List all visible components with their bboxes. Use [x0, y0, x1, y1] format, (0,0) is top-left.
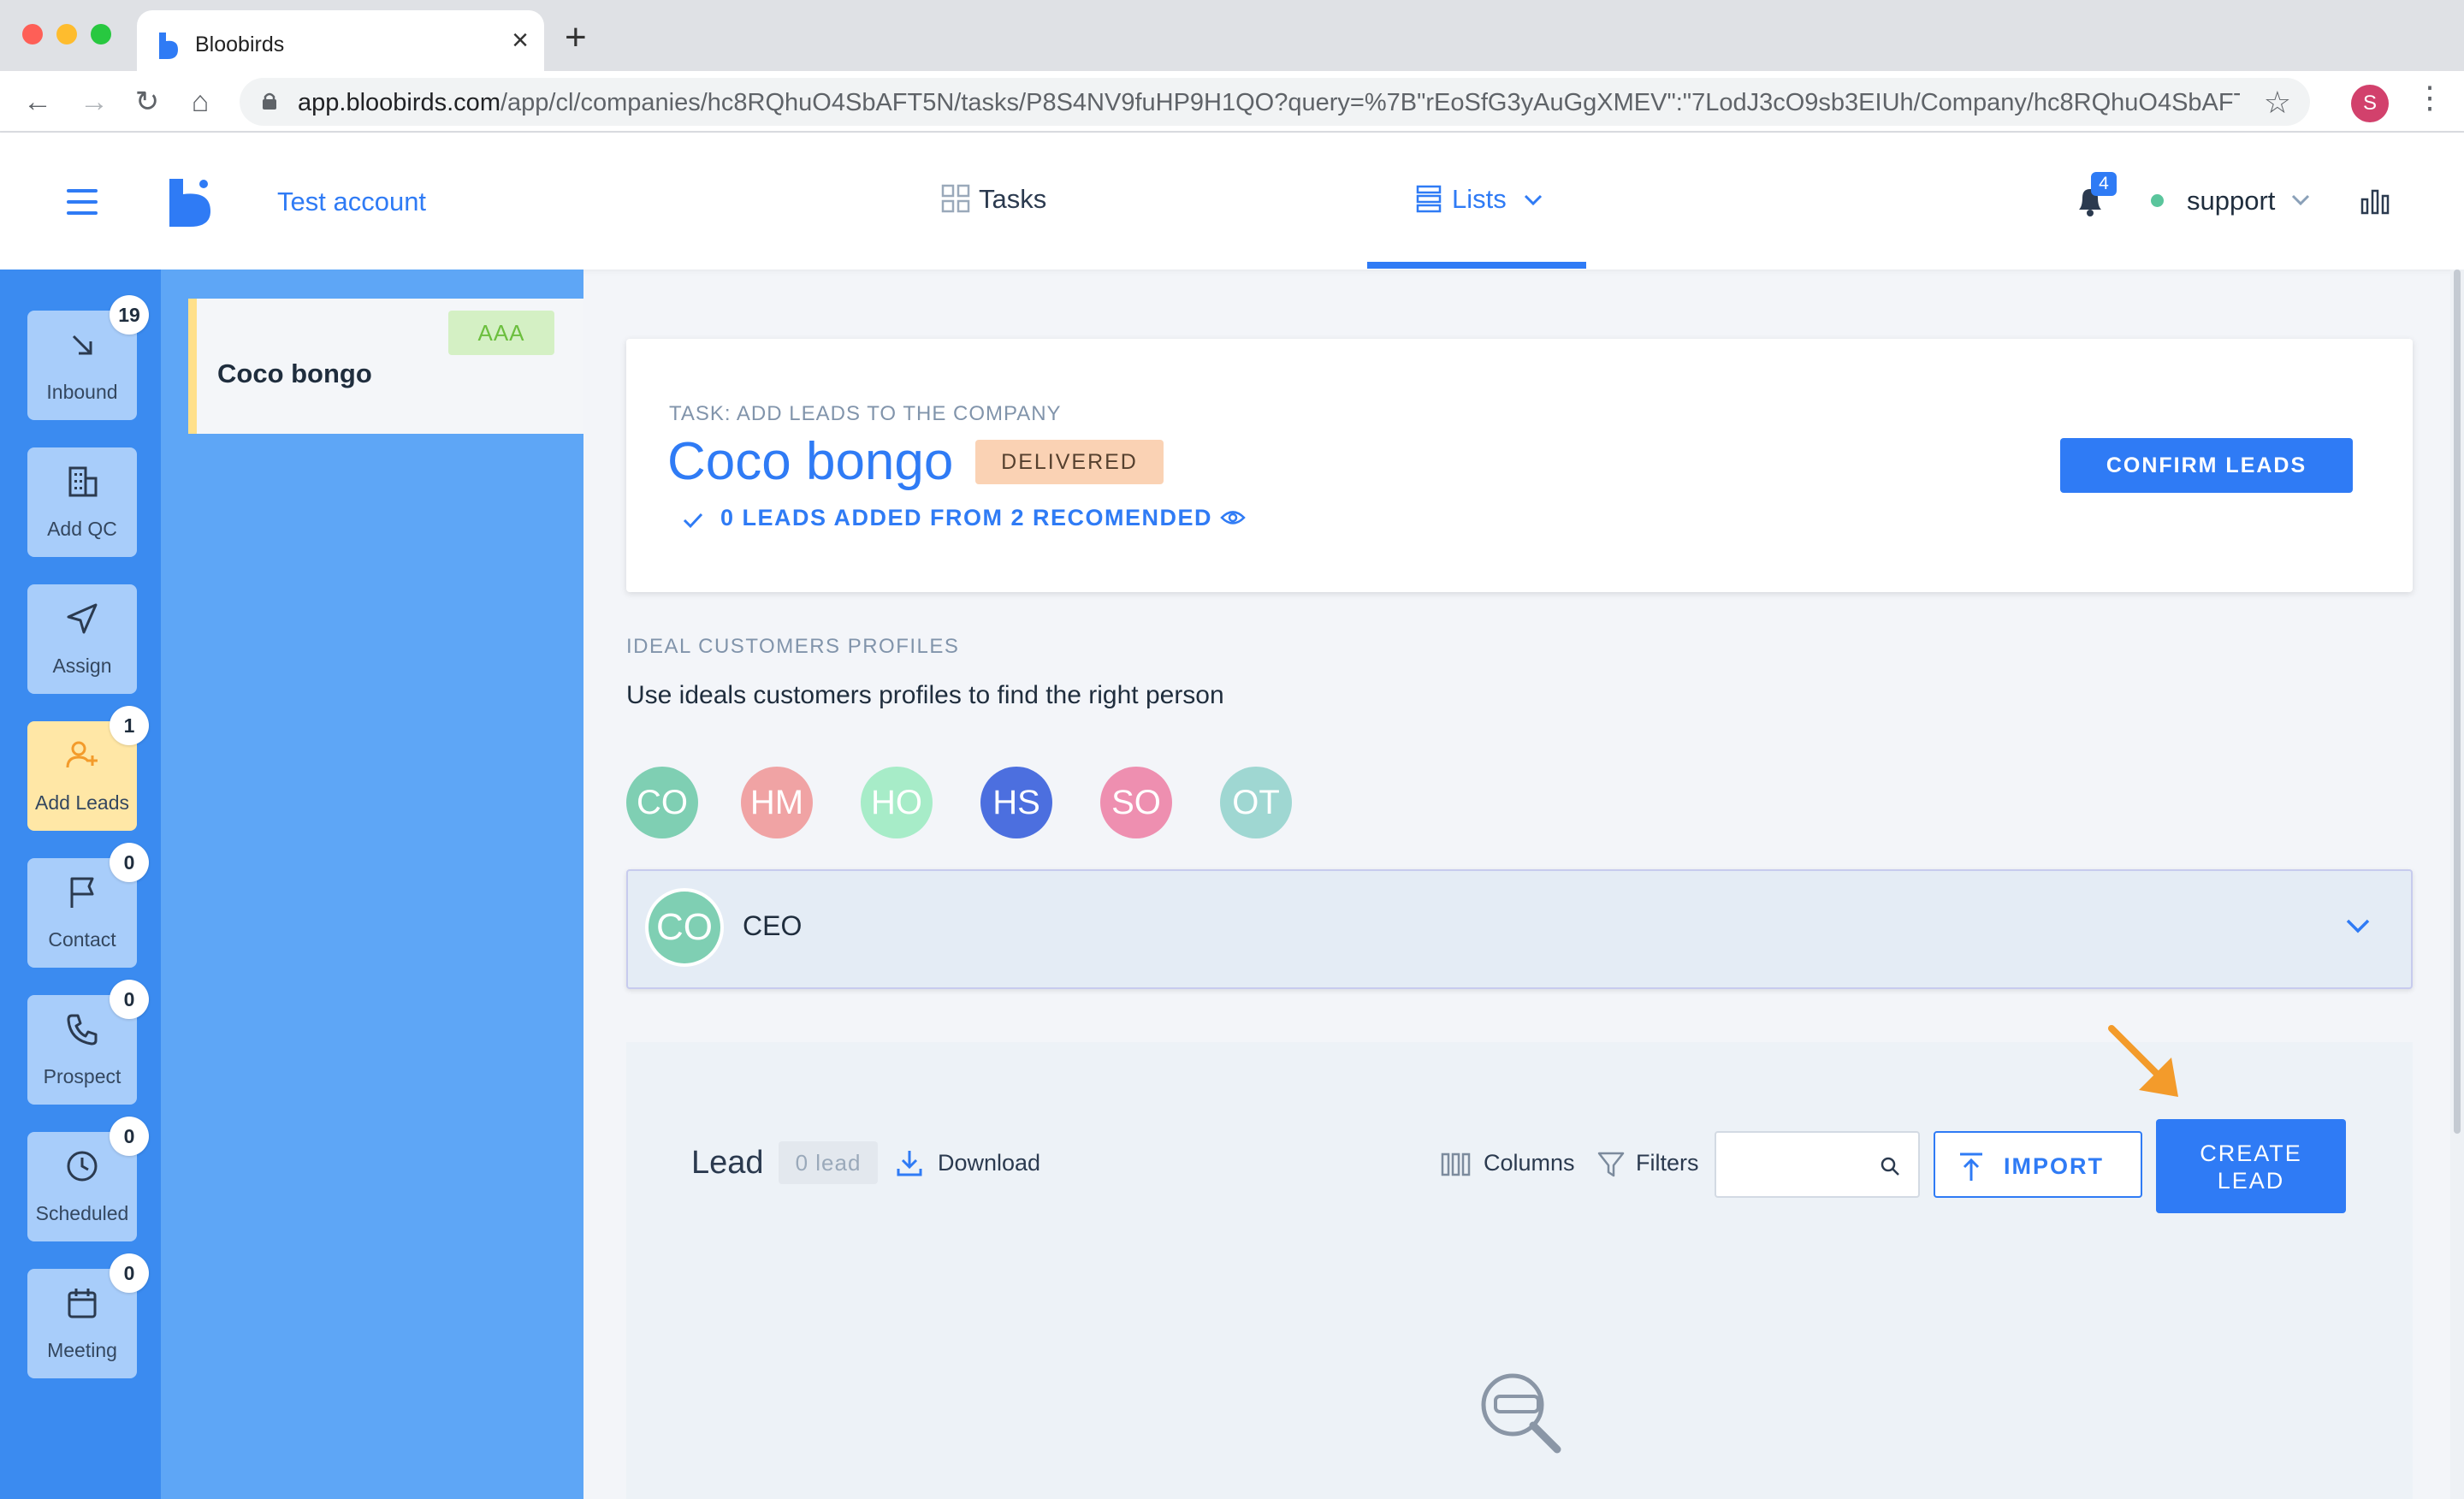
- create-lead-button[interactable]: CREATE LEAD: [2156, 1119, 2346, 1213]
- forward-icon[interactable]: →: [75, 83, 113, 121]
- scrollbar-thumb[interactable]: [2454, 270, 2461, 1134]
- arrow-down-right-icon: [72, 335, 92, 355]
- task-type-rail: Inbound 19 Add QC Assign Add Leads 1 Con…: [0, 270, 161, 1499]
- rail-item-add-qc[interactable]: Add QC: [27, 447, 137, 557]
- leads-count-badge: 0 lead: [779, 1141, 878, 1184]
- notification-badge: 4: [2091, 172, 2117, 196]
- nav-lists[interactable]: Lists: [1416, 184, 1543, 215]
- close-window-button[interactable]: [22, 24, 43, 44]
- icp-selected-row[interactable]: CO CEO: [626, 869, 2413, 989]
- user-plus-icon: [66, 741, 98, 768]
- annotation-arrow-icon: [2108, 1025, 2178, 1097]
- user-menu[interactable]: support: [2187, 186, 2275, 216]
- clock-icon: [67, 1151, 98, 1182]
- browser-menu-icon[interactable]: ⋮: [2414, 80, 2445, 116]
- rail-item-assign[interactable]: Assign: [27, 584, 137, 694]
- leads-progress: 0 LEADS ADDED FROM 2 RECOMENDED: [720, 505, 1213, 530]
- page-scrollbar[interactable]: [2450, 270, 2464, 1499]
- search-icon: [1881, 1157, 1899, 1176]
- filters-button[interactable]: Filters: [1636, 1150, 1699, 1176]
- close-tab-icon[interactable]: ×: [512, 26, 529, 55]
- icp-section-title: IDEAL CUSTOMERS PROFILES: [626, 635, 960, 658]
- company-list-item-name: Coco bongo: [217, 358, 372, 388]
- task-card: TASK: ADD LEADS TO THE COMPANY Coco bong…: [626, 339, 2413, 592]
- reload-icon[interactable]: ↻: [128, 83, 166, 121]
- check-icon: [683, 513, 703, 529]
- browser-tab-bar: Bloobirds × +: [0, 0, 2464, 81]
- rail-badge-inbound: 19: [110, 295, 149, 335]
- icp-avatar-co[interactable]: CO: [626, 767, 698, 838]
- nav-tasks[interactable]: Tasks: [941, 184, 1046, 215]
- maximize-window-button[interactable]: [91, 24, 111, 44]
- confirm-leads-button[interactable]: CONFIRM LEADS: [2060, 438, 2353, 493]
- upload-icon: [1960, 1152, 1982, 1181]
- grid-icon: [941, 184, 970, 213]
- icp-avatar-ho[interactable]: HO: [861, 767, 933, 838]
- task-eyebrow: TASK: ADD LEADS TO THE COMPANY: [669, 402, 1062, 425]
- rail-badge-meeting: 0: [110, 1253, 149, 1293]
- icp-selected-avatar: CO: [645, 888, 724, 967]
- active-nav-indicator: [1367, 262, 1586, 269]
- lock-icon: [263, 92, 276, 110]
- app-header: Test account Tasks Lists 4 support: [0, 133, 2464, 270]
- company-tier-tag: AAA: [448, 311, 554, 355]
- rail-badge-contact: 0: [110, 843, 149, 882]
- bloobirds-logo-icon: [169, 179, 210, 227]
- account-name[interactable]: Test account: [277, 187, 426, 217]
- bar-chart-icon[interactable]: [2360, 187, 2390, 215]
- new-tab-button[interactable]: +: [565, 19, 587, 56]
- search-input[interactable]: [1715, 1131, 1920, 1198]
- online-status-dot: [2151, 194, 2164, 207]
- url-text: app.bloobirds.com/app/cl/companies/hc8RQ…: [298, 89, 2240, 116]
- menu-icon[interactable]: [67, 189, 98, 215]
- filter-icon[interactable]: [1596, 1150, 1626, 1179]
- rail-badge-add-leads: 1: [110, 706, 149, 745]
- columns-button[interactable]: Columns: [1484, 1150, 1575, 1176]
- rail-badge-scheduled: 0: [110, 1117, 149, 1156]
- list-icon: [1416, 185, 1442, 213]
- flag-icon: [70, 877, 94, 908]
- back-icon[interactable]: ←: [19, 83, 56, 121]
- task-company-name[interactable]: Coco bongo: [667, 431, 953, 492]
- company-list-panel: Coco bongo AAA: [161, 270, 583, 1499]
- icp-avatar-ot[interactable]: OT: [1220, 767, 1292, 838]
- download-button[interactable]: Download: [938, 1150, 1040, 1176]
- chevron-down-icon: [1525, 194, 1543, 206]
- chevron-down-icon[interactable]: [2341, 909, 2375, 943]
- import-button[interactable]: IMPORT: [1934, 1131, 2142, 1198]
- phone-icon: [67, 1014, 98, 1046]
- columns-icon[interactable]: [1441, 1152, 1472, 1177]
- download-icon[interactable]: [895, 1148, 924, 1177]
- icp-avatar-hs[interactable]: HS: [980, 767, 1052, 838]
- home-icon[interactable]: ⌂: [181, 83, 219, 121]
- eye-icon[interactable]: [1220, 505, 1246, 530]
- icp-selected-label: CEO: [743, 910, 803, 941]
- calendar-icon: [68, 1289, 97, 1318]
- leads-title: Lead: [691, 1145, 764, 1181]
- address-bar: ← → ↻ ⌂ app.bloobirds.com/app/cl/compani…: [0, 71, 2464, 133]
- chevron-down-icon[interactable]: [2291, 194, 2310, 206]
- leads-panel: Lead 0 lead Download Columns Filters IMP…: [626, 1025, 2413, 1499]
- profile-avatar[interactable]: S: [2351, 85, 2389, 122]
- url-field[interactable]: app.bloobirds.com/app/cl/companies/hc8RQ…: [240, 78, 2310, 126]
- company-list-item[interactable]: Coco bongo AAA: [188, 299, 583, 434]
- minimize-window-button[interactable]: [56, 24, 77, 44]
- bookmark-star-icon[interactable]: ☆: [2264, 85, 2291, 121]
- icp-avatar-so[interactable]: SO: [1100, 767, 1172, 838]
- rail-badge-prospect: 0: [110, 980, 149, 1019]
- icp-section-subtitle: Use ideals customers profiles to find th…: [626, 681, 1224, 709]
- send-icon: [67, 603, 98, 634]
- icp-avatar-hm[interactable]: HM: [741, 767, 813, 838]
- tab-title: Bloobirds: [195, 33, 285, 56]
- status-badge: DELIVERED: [975, 440, 1164, 484]
- building-icon: [68, 466, 98, 497]
- empty-search-icon: [1481, 1373, 1561, 1454]
- bloobirds-favicon-icon: [159, 33, 178, 59]
